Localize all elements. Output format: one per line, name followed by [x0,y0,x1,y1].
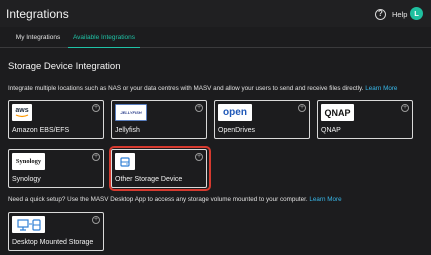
page-title: Integrations [6,7,69,21]
add-icon[interactable]: + [92,153,100,161]
opendrives-logo-text: open [223,107,247,118]
quick-setup-text: Need a quick setup? Use the MASV Desktop… [8,196,308,203]
help-label: Help [392,9,408,19]
aws-logo-text: aws [15,107,29,114]
add-icon[interactable]: + [401,104,409,112]
integration-card-synology[interactable]: + Synology Synology [8,149,104,188]
highlight-outline [109,146,211,191]
desktop-storage-icon [12,216,45,233]
jellyfish-logo-text: JELLYFISH [120,110,142,115]
quick-setup-description: Need a quick setup? Use the MASV Desktop… [8,196,342,203]
jellyfish-logo-icon: JELLYFISH [115,104,147,121]
aws-logo-icon: aws [12,104,32,121]
card-name: OpenDrives [218,127,255,134]
card-name: Jellyfish [115,127,140,134]
section-title: Storage Device Integration [8,61,121,72]
add-icon[interactable]: + [298,104,306,112]
help-icon: ? [375,8,386,20]
section-description: Integrate multiple locations such as NAS… [8,85,397,92]
tab-available-integrations[interactable]: Available Integrations [68,28,140,48]
card-name: Desktop Mounted Storage [12,239,94,246]
add-icon[interactable]: + [92,104,100,112]
synology-logo-text: Synology [15,158,42,165]
top-bar: Integrations ? Help L [0,0,431,27]
integration-card-jellyfish[interactable]: + JELLYFISH Jellyfish [111,100,207,139]
integration-card-amazon-ebs-efs[interactable]: + aws Amazon EBS/EFS [8,100,104,139]
avatar[interactable]: L [410,7,423,20]
learn-more-link[interactable]: Learn More [309,196,341,203]
aws-smile-icon [15,114,29,118]
qnap-logo-text: QNAP [324,107,351,118]
card-name: Amazon EBS/EFS [12,127,70,134]
add-icon[interactable]: + [92,216,100,224]
section-description-text: Integrate multiple locations such as NAS… [8,85,364,92]
integration-card-qnap[interactable]: + QNAP QNAP [317,100,413,139]
tab-bar: My Integrations Available Integrations [0,28,431,48]
learn-more-link[interactable]: Learn More [365,85,397,92]
synology-logo-icon: Synology [12,153,45,170]
integration-card-desktop-mounted-storage[interactable]: + Desktop Mounted Storage [8,212,104,251]
tab-my-integrations[interactable]: My Integrations [10,28,66,48]
help-button[interactable]: ? Help [375,8,407,20]
integration-card-opendrives[interactable]: + open OpenDrives [214,100,310,139]
desktop-storage-glyph [16,218,41,231]
opendrives-logo-icon: open [218,104,252,121]
qnap-logo-icon: QNAP [321,104,354,121]
card-name: Synology [12,176,41,183]
card-name: QNAP [321,127,341,134]
add-icon[interactable]: + [195,104,203,112]
